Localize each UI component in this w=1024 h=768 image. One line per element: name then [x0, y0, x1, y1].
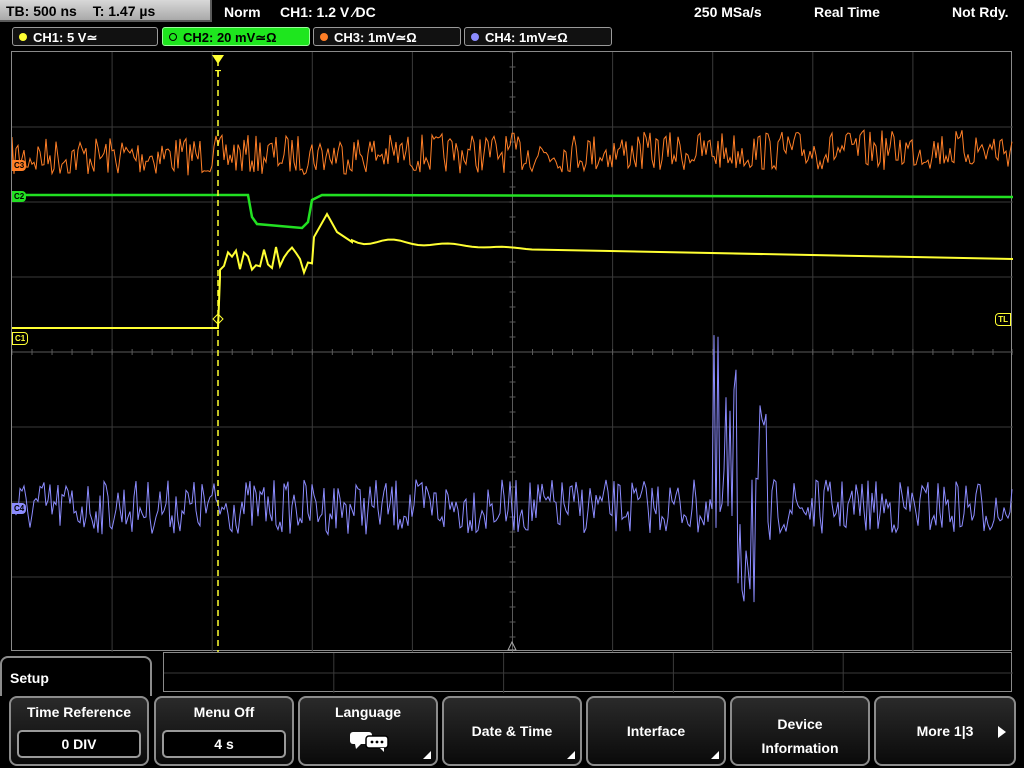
trigger-position-arrow-icon[interactable] [212, 55, 224, 64]
time-reference-label: Time Reference [26, 704, 131, 720]
strip-grid [164, 653, 1013, 693]
device-information-button[interactable]: Device Information [730, 696, 870, 766]
menu-title: Setup [10, 670, 49, 686]
ch4-offset-marker[interactable]: C4 [12, 503, 27, 514]
timebase-value: TB: 500 ns [6, 3, 77, 19]
ch3-label: CH3: 1mV≃Ω [334, 30, 417, 45]
waveform-display[interactable]: T C3 C2 C1 C4 TL [11, 51, 1013, 652]
next-page-arrow-icon [998, 726, 1006, 738]
graticule [12, 52, 1013, 652]
ch1-offset-marker[interactable]: C1 [12, 332, 29, 345]
waveform-canvas: T [12, 52, 1013, 652]
ch2-offset-marker[interactable]: C2 [12, 191, 27, 202]
device-information-label: Device Information [761, 716, 839, 756]
date-time-label: Date & Time [471, 723, 553, 739]
speech-bubbles-icon [350, 732, 389, 752]
submenu-indicator-icon [423, 751, 431, 759]
menu-off-value: 4 s [162, 730, 286, 758]
sample-rate: 250 MSa/s [694, 4, 762, 20]
trigger-info[interactable]: CH1: 1.2 V ∕DC [280, 0, 376, 24]
channel-tab-ch1[interactable]: CH1: 5 V≃ [12, 27, 158, 46]
ch1-dot-icon [19, 33, 27, 41]
ch3-offset-marker[interactable]: C3 [12, 160, 27, 171]
ch4-dot-icon [471, 33, 479, 41]
zoom-overview-strip [163, 652, 1013, 693]
trigger-time-value: T: 1.47 µs [92, 3, 156, 19]
ch4-label: CH4: 1mV≃Ω [485, 30, 568, 45]
submenu-indicator-icon [567, 751, 575, 759]
time-reference-button[interactable]: Time Reference 0 DIV [9, 696, 149, 766]
channel-tab-ch2[interactable]: CH2: 20 mV≃Ω [162, 27, 310, 46]
softkey-bar: Time Reference 0 DIV Menu Off 4 s Langua… [0, 696, 1024, 768]
acquisition-mode: Real Time [814, 4, 880, 20]
language-button[interactable]: Language [298, 696, 438, 766]
more-button[interactable]: More 1|3 [874, 696, 1016, 766]
menu-off-button[interactable]: Menu Off 4 s [154, 696, 294, 766]
interface-button[interactable]: Interface [586, 696, 726, 766]
ch1-label: CH1: 5 V≃ [33, 30, 98, 45]
more-label: More 1|3 [916, 723, 974, 739]
channel-tab-ch4[interactable]: CH4: 1mV≃Ω [464, 27, 612, 46]
date-time-button[interactable]: Date & Time [442, 696, 582, 766]
interface-label: Interface [626, 723, 686, 739]
time-reference-value: 0 DIV [17, 730, 141, 758]
submenu-indicator-icon [711, 751, 719, 759]
trigger-level-marker[interactable]: TL [995, 313, 1011, 326]
menu-title-tab: Setup [0, 656, 152, 696]
ch3-dot-icon [320, 33, 328, 41]
menu-off-label: Menu Off [193, 704, 255, 720]
trigger-mode[interactable]: Norm [224, 0, 261, 24]
ch2-dot-icon [169, 33, 177, 41]
timebase-box[interactable]: TB: 500 ns T: 1.47 µs [0, 0, 212, 22]
status-bar: TB: 500 ns T: 1.47 µs Norm CH1: 1.2 V ∕D… [0, 0, 1024, 26]
channel-tabs: CH1: 5 V≃ CH2: 20 mV≃Ω CH3: 1mV≃Ω CH4: 1… [0, 26, 1024, 48]
trigger-position-label: T [215, 69, 221, 80]
channel-tab-ch3[interactable]: CH3: 1mV≃Ω [313, 27, 461, 46]
trigger-state: Not Rdy. [952, 4, 1009, 20]
ch2-label: CH2: 20 mV≃Ω [183, 30, 277, 45]
language-label: Language [334, 704, 402, 720]
